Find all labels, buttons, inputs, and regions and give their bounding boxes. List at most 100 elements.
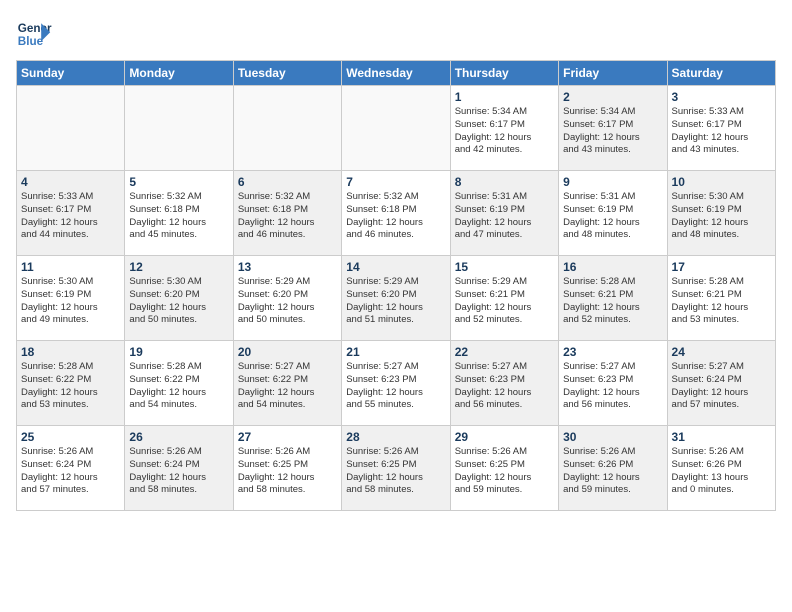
calendar-cell: 25 Sunrise: 5:26 AM Sunset: 6:24 PM Dayli…: [17, 426, 125, 511]
day-info: Sunrise: 5:27 AM Sunset: 6:23 PM Dayligh…: [563, 361, 662, 412]
day-number: 5: [129, 175, 228, 189]
calendar-cell: [125, 86, 233, 171]
week-row-5: 25 Sunrise: 5:26 AM Sunset: 6:24 PM Dayli…: [17, 426, 776, 511]
day-info: Sunrise: 5:33 AM Sunset: 6:17 PM Dayligh…: [21, 191, 120, 242]
calendar-cell: 17 Sunrise: 5:28 AM Sunset: 6:21 PM Dayli…: [667, 256, 775, 341]
calendar-cell: 31Sunrise: 5:26 AM Sunset: 6:26 PM Dayli…: [667, 426, 775, 511]
day-info: Sunrise: 5:33 AM Sunset: 6:17 PM Dayligh…: [672, 106, 771, 157]
day-info: Sunrise: 5:32 AM Sunset: 6:18 PM Dayligh…: [129, 191, 228, 242]
day-info: Sunrise: 5:30 AM Sunset: 6:20 PM Dayligh…: [129, 276, 228, 327]
calendar-cell: 15 Sunrise: 5:29 AM Sunset: 6:21 PM Dayli…: [450, 256, 558, 341]
header-cell-friday: Friday: [559, 61, 667, 86]
day-number: 6: [238, 175, 337, 189]
header-row: SundayMondayTuesdayWednesdayThursdayFrid…: [17, 61, 776, 86]
calendar-cell: 20Sunrise: 5:27 AM Sunset: 6:22 PM Dayli…: [233, 341, 341, 426]
calendar-cell: 29 Sunrise: 5:26 AM Sunset: 6:25 PM Dayli…: [450, 426, 558, 511]
calendar-cell: 28 Sunrise: 5:26 AM Sunset: 6:25 PM Dayli…: [342, 426, 450, 511]
page-header: General Blue: [16, 16, 776, 52]
day-info: Sunrise: 5:29 AM Sunset: 6:20 PM Dayligh…: [238, 276, 337, 327]
day-info: Sunrise: 5:30 AM Sunset: 6:19 PM Dayligh…: [672, 191, 771, 242]
calendar-cell: 7 Sunrise: 5:32 AM Sunset: 6:18 PM Daylig…: [342, 171, 450, 256]
day-number: 24: [672, 345, 771, 359]
header-cell-wednesday: Wednesday: [342, 61, 450, 86]
header-cell-saturday: Saturday: [667, 61, 775, 86]
calendar-table: SundayMondayTuesdayWednesdayThursdayFrid…: [16, 60, 776, 511]
day-info: Sunrise: 5:34 AM Sunset: 6:17 PM Dayligh…: [455, 106, 554, 157]
calendar-cell: 9Sunrise: 5:31 AM Sunset: 6:19 PM Daylig…: [559, 171, 667, 256]
calendar-cell: [233, 86, 341, 171]
day-info: Sunrise: 5:28 AM Sunset: 6:21 PM Dayligh…: [672, 276, 771, 327]
day-info: Sunrise: 5:26 AM Sunset: 6:25 PM Dayligh…: [346, 446, 445, 497]
day-number: 10: [672, 175, 771, 189]
day-number: 22: [455, 345, 554, 359]
logo-icon: General Blue: [16, 16, 52, 52]
week-row-3: 11 Sunrise: 5:30 AM Sunset: 6:19 PM Dayli…: [17, 256, 776, 341]
calendar-cell: 13 Sunrise: 5:29 AM Sunset: 6:20 PM Dayli…: [233, 256, 341, 341]
day-number: 15: [455, 260, 554, 274]
calendar-cell: 5 Sunrise: 5:32 AM Sunset: 6:18 PM Daylig…: [125, 171, 233, 256]
day-number: 3: [672, 90, 771, 104]
day-info: Sunrise: 5:27 AM Sunset: 6:23 PM Dayligh…: [346, 361, 445, 412]
day-number: 7: [346, 175, 445, 189]
header-cell-sunday: Sunday: [17, 61, 125, 86]
calendar-cell: [342, 86, 450, 171]
week-row-4: 18 Sunrise: 5:28 AM Sunset: 6:22 PM Dayli…: [17, 341, 776, 426]
day-info: Sunrise: 5:29 AM Sunset: 6:21 PM Dayligh…: [455, 276, 554, 327]
calendar-cell: [17, 86, 125, 171]
day-number: 30: [563, 430, 662, 444]
day-number: 19: [129, 345, 228, 359]
day-number: 28: [346, 430, 445, 444]
day-info: Sunrise: 5:27 AM Sunset: 6:22 PM Dayligh…: [238, 361, 337, 412]
day-info: Sunrise: 5:26 AM Sunset: 6:25 PM Dayligh…: [455, 446, 554, 497]
day-number: 29: [455, 430, 554, 444]
header-cell-tuesday: Tuesday: [233, 61, 341, 86]
calendar-cell: 30 Sunrise: 5:26 AM Sunset: 6:26 PM Dayli…: [559, 426, 667, 511]
day-info: Sunrise: 5:30 AM Sunset: 6:19 PM Dayligh…: [21, 276, 120, 327]
calendar-cell: 3 Sunrise: 5:33 AM Sunset: 6:17 PM Daylig…: [667, 86, 775, 171]
calendar-cell: 1Sunrise: 5:34 AM Sunset: 6:17 PM Daylig…: [450, 86, 558, 171]
day-number: 9: [563, 175, 662, 189]
day-number: 25: [21, 430, 120, 444]
day-info: Sunrise: 5:27 AM Sunset: 6:23 PM Dayligh…: [455, 361, 554, 412]
calendar-cell: 8Sunrise: 5:31 AM Sunset: 6:19 PM Daylig…: [450, 171, 558, 256]
day-number: 11: [21, 260, 120, 274]
calendar-cell: 10 Sunrise: 5:30 AM Sunset: 6:19 PM Dayli…: [667, 171, 775, 256]
day-info: Sunrise: 5:28 AM Sunset: 6:22 PM Dayligh…: [21, 361, 120, 412]
header-cell-monday: Monday: [125, 61, 233, 86]
day-info: Sunrise: 5:29 AM Sunset: 6:20 PM Dayligh…: [346, 276, 445, 327]
calendar-cell: 4 Sunrise: 5:33 AM Sunset: 6:17 PM Daylig…: [17, 171, 125, 256]
day-number: 26: [129, 430, 228, 444]
day-info: Sunrise: 5:28 AM Sunset: 6:22 PM Dayligh…: [129, 361, 228, 412]
logo: General Blue: [16, 16, 52, 52]
calendar-cell: 23 Sunrise: 5:27 AM Sunset: 6:23 PM Dayli…: [559, 341, 667, 426]
day-info: Sunrise: 5:26 AM Sunset: 6:26 PM Dayligh…: [672, 446, 771, 497]
day-number: 13: [238, 260, 337, 274]
calendar-cell: 19 Sunrise: 5:28 AM Sunset: 6:22 PM Dayli…: [125, 341, 233, 426]
day-number: 23: [563, 345, 662, 359]
week-row-2: 4 Sunrise: 5:33 AM Sunset: 6:17 PM Daylig…: [17, 171, 776, 256]
day-info: Sunrise: 5:27 AM Sunset: 6:24 PM Dayligh…: [672, 361, 771, 412]
day-info: Sunrise: 5:32 AM Sunset: 6:18 PM Dayligh…: [346, 191, 445, 242]
day-number: 27: [238, 430, 337, 444]
day-info: Sunrise: 5:34 AM Sunset: 6:17 PM Dayligh…: [563, 106, 662, 157]
day-info: Sunrise: 5:26 AM Sunset: 6:24 PM Dayligh…: [21, 446, 120, 497]
calendar-cell: 27 Sunrise: 5:26 AM Sunset: 6:25 PM Dayli…: [233, 426, 341, 511]
day-number: 21: [346, 345, 445, 359]
day-info: Sunrise: 5:26 AM Sunset: 6:26 PM Dayligh…: [563, 446, 662, 497]
day-info: Sunrise: 5:26 AM Sunset: 6:24 PM Dayligh…: [129, 446, 228, 497]
day-info: Sunrise: 5:26 AM Sunset: 6:25 PM Dayligh…: [238, 446, 337, 497]
calendar-cell: 14 Sunrise: 5:29 AM Sunset: 6:20 PM Dayli…: [342, 256, 450, 341]
day-number: 17: [672, 260, 771, 274]
calendar-cell: 2Sunrise: 5:34 AM Sunset: 6:17 PM Daylig…: [559, 86, 667, 171]
calendar-cell: 11 Sunrise: 5:30 AM Sunset: 6:19 PM Dayli…: [17, 256, 125, 341]
calendar-cell: 6 Sunrise: 5:32 AM Sunset: 6:18 PM Daylig…: [233, 171, 341, 256]
day-number: 8: [455, 175, 554, 189]
day-info: Sunrise: 5:28 AM Sunset: 6:21 PM Dayligh…: [563, 276, 662, 327]
day-number: 14: [346, 260, 445, 274]
svg-text:Blue: Blue: [18, 35, 44, 48]
day-number: 4: [21, 175, 120, 189]
calendar-cell: 16Sunrise: 5:28 AM Sunset: 6:21 PM Dayli…: [559, 256, 667, 341]
day-info: Sunrise: 5:32 AM Sunset: 6:18 PM Dayligh…: [238, 191, 337, 242]
calendar-cell: 18 Sunrise: 5:28 AM Sunset: 6:22 PM Dayli…: [17, 341, 125, 426]
day-number: 18: [21, 345, 120, 359]
